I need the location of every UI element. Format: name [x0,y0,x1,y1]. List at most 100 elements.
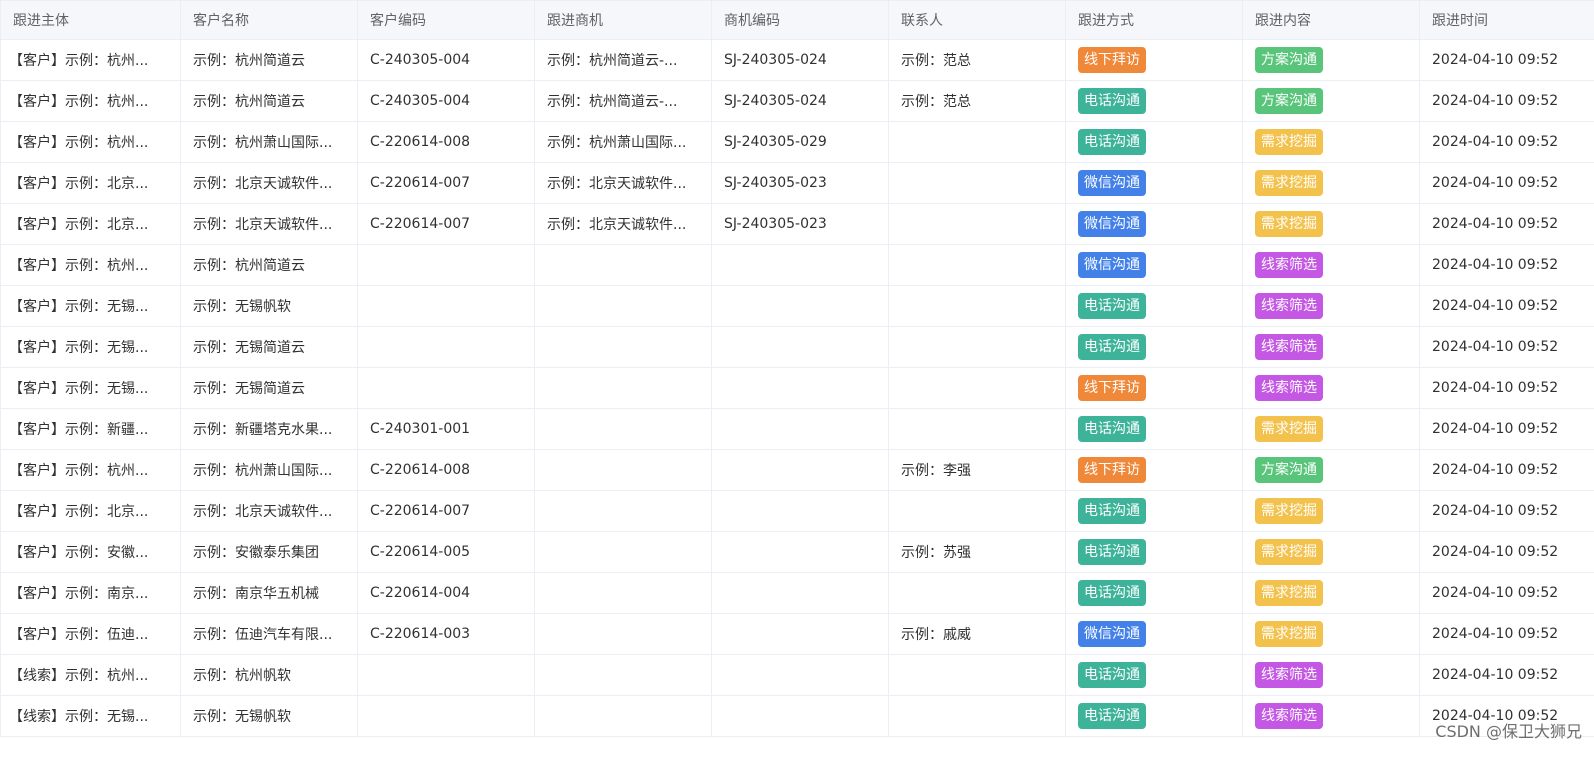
followup-content-cell: 方案沟通 [1242,80,1420,122]
table-row[interactable]: 【客户】示例：北京... 示例：北京天诚软件... C-220614-007 电话沟通… [0,490,1594,532]
table-row[interactable]: 【客户】示例：北京... 示例：北京天诚软件... C-220614-007 示例：北… [0,203,1594,245]
column-header-followup-time[interactable]: 跟进时间 [1419,0,1594,40]
column-header-opportunity[interactable]: 跟进商机 [534,0,712,40]
followup-method-cell: 微信沟通 [1065,244,1243,286]
customer-name-cell: 示例：杭州帆软 [180,654,358,696]
column-header-customer-code[interactable]: 客户编码 [357,0,535,40]
column-header-followup-content[interactable]: 跟进内容 [1242,0,1420,40]
table-row[interactable]: 【客户】示例：杭州... 示例：杭州简道云 C-240305-004 示例：杭州简道云… [0,80,1594,122]
followup-content-cell: 线索筛选 [1242,367,1420,409]
table-row[interactable]: 【客户】示例：无锡... 示例：无锡帆软 电话沟通 线索筛选 2024-04-10 09… [0,285,1594,327]
opportunity-code-cell [711,326,889,368]
column-header-opportunity-code[interactable]: 商机编码 [711,0,889,40]
customer-name-cell: 示例：无锡简道云 [180,326,358,368]
followup-content-cell: 线索筛选 [1242,326,1420,368]
method-tag: 电话沟通 [1078,88,1146,114]
followup-subject-cell: 【客户】示例：杭州... [0,244,181,286]
followup-content-cell: 需求挖掘 [1242,408,1420,450]
table-row[interactable]: 【客户】示例：无锡... 示例：无锡简道云 线下拜访 线索筛选 2024-04-10 0… [0,367,1594,409]
content-tag: 需求挖掘 [1255,539,1323,565]
method-tag: 电话沟通 [1078,580,1146,606]
opportunity-code-cell [711,285,889,327]
contact-cell: 示例：苏强 [888,531,1066,573]
followup-content-cell: 线索筛选 [1242,695,1420,737]
method-tag: 电话沟通 [1078,129,1146,155]
customer-name-cell: 示例：杭州简道云 [180,80,358,122]
contact-cell: 示例：李强 [888,449,1066,491]
opportunity-cell: 示例：北京天诚软件... [534,162,712,204]
opportunity-cell [534,449,712,491]
followup-subject-cell: 【客户】示例：北京... [0,203,181,245]
opportunity-code-cell: SJ-240305-023 [711,203,889,245]
followup-subject-cell: 【客户】示例：无锡... [0,285,181,327]
table-row[interactable]: 【客户】示例：杭州... 示例：杭州萧山国际... C-220614-008 示例：杭… [0,121,1594,163]
table-row[interactable]: 【线索】示例：杭州... 示例：杭州帆软 电话沟通 线索筛选 2024-04-10 09… [0,654,1594,696]
followup-content-cell: 方案沟通 [1242,449,1420,491]
opportunity-code-cell [711,654,889,696]
customer-name-cell: 示例：杭州简道云 [180,244,358,286]
opportunity-cell [534,326,712,368]
table-row[interactable]: 【客户】示例：杭州... 示例：杭州萧山国际... C-220614-008 示例：李… [0,449,1594,491]
followup-time-cell: 2024-04-10 09:52 [1419,613,1594,655]
table-row[interactable]: 【客户】示例：伍迪... 示例：伍迪汽车有限... C-220614-003 示例：戚… [0,613,1594,655]
followup-method-cell: 电话沟通 [1065,654,1243,696]
method-tag: 电话沟通 [1078,293,1146,319]
followup-method-cell: 电话沟通 [1065,572,1243,614]
followup-subject-cell: 【客户】示例：伍迪... [0,613,181,655]
table-row[interactable]: 【客户】示例：杭州... 示例：杭州简道云 C-240305-004 示例：杭州简道云… [0,39,1594,81]
customer-name-cell: 示例：伍迪汽车有限... [180,613,358,655]
content-tag: 需求挖掘 [1255,170,1323,196]
table-row[interactable]: 【客户】示例：南京... 示例：南京华五机械 C-220614-004 电话沟通 需求挖… [0,572,1594,614]
followup-subject-cell: 【客户】示例：北京... [0,490,181,532]
table-row[interactable]: 【客户】示例：安徽... 示例：安徽泰乐集团 C-220614-005 示例：苏强 电话… [0,531,1594,573]
followup-content-cell: 方案沟通 [1242,39,1420,81]
followup-content-cell: 需求挖掘 [1242,572,1420,614]
followup-subject-cell: 【线索】示例：杭州... [0,654,181,696]
customer-code-cell: C-220614-007 [357,162,535,204]
method-tag: 电话沟通 [1078,703,1146,729]
followup-time-cell: 2024-04-10 09:52 [1419,572,1594,614]
contact-cell [888,285,1066,327]
followup-time-cell: 2024-04-10 09:52 [1419,490,1594,532]
table-row[interactable]: 【客户】示例：北京... 示例：北京天诚软件... C-220614-007 示例：北… [0,162,1594,204]
contact-cell [888,244,1066,286]
followup-time-cell: 2024-04-10 09:52 [1419,244,1594,286]
content-tag: 需求挖掘 [1255,211,1323,237]
customer-code-cell [357,326,535,368]
customer-code-cell [357,285,535,327]
table-body: 【客户】示例：杭州... 示例：杭州简道云 C-240305-004 示例：杭州简道云… [0,39,1594,737]
opportunity-code-cell: SJ-240305-023 [711,162,889,204]
opportunity-cell [534,695,712,737]
method-tag: 微信沟通 [1078,211,1146,237]
followup-content-cell: 需求挖掘 [1242,121,1420,163]
customer-name-cell: 示例：北京天诚软件... [180,162,358,204]
followup-time-cell: 2024-04-10 09:52 [1419,80,1594,122]
column-header-contact[interactable]: 联系人 [888,0,1066,40]
method-tag: 微信沟通 [1078,170,1146,196]
followup-time-cell: 2024-04-10 09:52 [1419,121,1594,163]
customer-name-cell: 示例：杭州萧山国际... [180,449,358,491]
followup-time-cell: 2024-04-10 09:52 [1419,654,1594,696]
table-row[interactable]: 【客户】示例：杭州... 示例：杭州简道云 微信沟通 线索筛选 2024-04-10 0… [0,244,1594,286]
customer-code-cell: C-240301-001 [357,408,535,450]
contact-cell: 示例：范总 [888,80,1066,122]
customer-code-cell: C-240305-004 [357,80,535,122]
followup-method-cell: 电话沟通 [1065,531,1243,573]
opportunity-cell: 示例：杭州萧山国际... [534,121,712,163]
table-row[interactable]: 【客户】示例：新疆... 示例：新疆塔克水果... C-240301-001 电话沟通… [0,408,1594,450]
table-row[interactable]: 【客户】示例：无锡... 示例：无锡简道云 电话沟通 线索筛选 2024-04-10 0… [0,326,1594,368]
opportunity-cell: 示例：杭州简道云-... [534,80,712,122]
opportunity-cell [534,613,712,655]
customer-code-cell: C-220614-008 [357,121,535,163]
column-header-followup-subject[interactable]: 跟进主体 [0,0,181,40]
contact-cell [888,490,1066,532]
followup-method-cell: 线下拜访 [1065,367,1243,409]
followup-subject-cell: 【客户】示例：安徽... [0,531,181,573]
table-row[interactable]: 【线索】示例：无锡... 示例：无锡帆软 电话沟通 线索筛选 2024-04-10 09… [0,695,1594,737]
column-header-followup-method[interactable]: 跟进方式 [1065,0,1243,40]
customer-name-cell: 示例：杭州萧山国际... [180,121,358,163]
followup-method-cell: 电话沟通 [1065,121,1243,163]
followup-content-cell: 需求挖掘 [1242,490,1420,532]
column-header-customer-name[interactable]: 客户名称 [180,0,358,40]
method-tag: 线下拜访 [1078,457,1146,483]
